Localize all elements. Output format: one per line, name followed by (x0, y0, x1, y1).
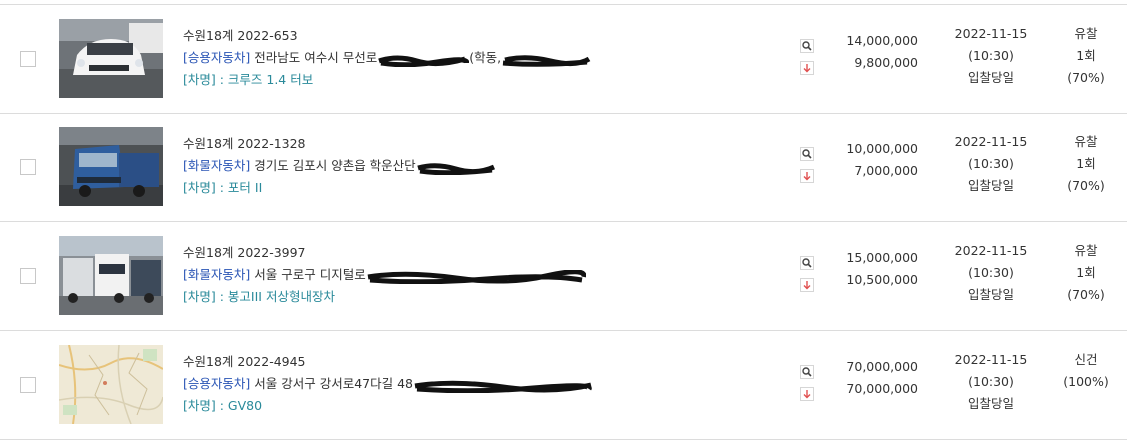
model-name: [차명] : 포터 II (183, 180, 263, 195)
status-block: 신건 (100%) (1060, 349, 1112, 393)
vehicle-thumbnail[interactable] (59, 127, 163, 206)
address-text: 전라남도 여수시 무선로 (254, 50, 378, 65)
sale-date-note: 입찰당일 (967, 287, 1014, 302)
model-name: [차명] : 봉고III 저상형내장차 (183, 289, 335, 304)
list-item: 수원18계 2022-3997 [화물자동차] 서울 구로구 디지털로 [차명]… (0, 222, 1127, 331)
sale-time: (10:30) (968, 374, 1014, 389)
vehicle-thumbnail[interactable] (59, 236, 163, 315)
sale-date-block: 2022-11-15 (10:30) 입찰당일 (950, 349, 1032, 415)
price-down-arrow-icon (800, 278, 814, 292)
price-block: 70,000,000 70,000,000 (826, 356, 918, 400)
sale-date: 2022-11-15 (954, 243, 1028, 258)
appraisal-price: 14,000,000 (846, 33, 918, 48)
item-info: 수원18계 2022-653 [승용자동차] 전라남도 여수시 무선로 (학동, … (183, 25, 591, 91)
item-info: 수원18계 2022-1328 [화물자동차] 경기도 김포시 양촌읍 학운산단… (183, 133, 496, 199)
minimum-price: 10,500,000 (846, 272, 918, 287)
appraisal-price: 70,000,000 (846, 359, 918, 374)
model-name: [차명] : GV80 (183, 398, 263, 413)
fail-count: 1회 (1076, 265, 1096, 280)
row-checkbox[interactable] (20, 268, 36, 284)
sale-date-block: 2022-11-15 (10:30) 입찰당일 (950, 23, 1032, 89)
price-down-arrow-icon (800, 387, 814, 401)
address-text: 서울 강서구 강서로47다길 48 (254, 376, 413, 391)
status-block: 유찰 1회 (70%) (1060, 23, 1112, 89)
status-text: 신건 (1074, 352, 1098, 367)
status-text: 유찰 (1074, 134, 1098, 149)
minimum-price: 70,000,000 (846, 381, 918, 396)
sale-date: 2022-11-15 (954, 134, 1028, 149)
sale-time: (10:30) (968, 48, 1014, 63)
redaction-scribble (501, 52, 591, 67)
sale-date: 2022-11-15 (954, 352, 1028, 367)
sale-date-note: 입찰당일 (967, 178, 1014, 193)
item-info: 수원18계 2022-3997 [화물자동차] 서울 구로구 디지털로 [차명]… (183, 242, 587, 308)
status-text: 유찰 (1074, 243, 1098, 258)
case-number[interactable]: 수원18계 2022-4945 (183, 354, 306, 369)
price-block: 14,000,000 9,800,000 (826, 30, 918, 74)
minimum-price: 7,000,000 (854, 163, 918, 178)
model-name: [차명] : 크루즈 1.4 터보 (183, 72, 314, 87)
category-label: [승용자동차] (183, 50, 251, 65)
category-label: [화물자동차] (183, 158, 251, 173)
category-label: [승용자동차] (183, 376, 251, 391)
case-number[interactable]: 수원18계 2022-3997 (183, 245, 306, 260)
sale-date-note: 입찰당일 (967, 70, 1014, 85)
sale-date: 2022-11-15 (954, 26, 1028, 41)
action-icons (800, 147, 816, 191)
search-icon[interactable] (800, 39, 814, 53)
price-rate: (100%) (1063, 374, 1109, 389)
auction-list: 수원18계 2022-653 [승용자동차] 전라남도 여수시 무선로 (학동, … (0, 0, 1127, 444)
address-text: 경기도 김포시 양촌읍 학운산단 (254, 158, 416, 173)
action-icons (800, 365, 816, 409)
appraisal-price: 15,000,000 (846, 250, 918, 265)
search-icon[interactable] (800, 147, 814, 161)
list-item: 수원18계 2022-1328 [화물자동차] 경기도 김포시 양촌읍 학운산단… (0, 113, 1127, 222)
list-item: 수원18계 2022-653 [승용자동차] 전라남도 여수시 무선로 (학동, … (0, 4, 1127, 114)
case-number[interactable]: 수원18계 2022-653 (183, 28, 298, 43)
redaction-scribble (413, 378, 593, 393)
case-number[interactable]: 수원18계 2022-1328 (183, 136, 306, 151)
fail-count: 1회 (1076, 48, 1096, 63)
sale-date-block: 2022-11-15 (10:30) 입찰당일 (950, 131, 1032, 197)
minimum-price: 9,800,000 (854, 55, 918, 70)
action-icons (800, 256, 816, 300)
row-checkbox[interactable] (20, 377, 36, 393)
action-icons (800, 39, 816, 83)
item-info: 수원18계 2022-4945 [승용자동차] 서울 강서구 강서로47다길 4… (183, 351, 593, 417)
search-icon[interactable] (800, 365, 814, 379)
price-down-arrow-icon (800, 61, 814, 75)
address-tail: (학동, (469, 50, 502, 65)
list-item: 수원18계 2022-4945 [승용자동차] 서울 강서구 강서로47다길 4… (0, 331, 1127, 440)
redaction-scribble (366, 268, 587, 284)
row-checkbox[interactable] (20, 159, 36, 175)
row-checkbox[interactable] (20, 51, 36, 67)
price-block: 15,000,000 10,500,000 (826, 247, 918, 291)
search-icon[interactable] (800, 256, 814, 270)
price-down-arrow-icon (800, 169, 814, 183)
redaction-scribble (416, 160, 496, 175)
price-rate: (70%) (1067, 287, 1105, 302)
sale-date-block: 2022-11-15 (10:30) 입찰당일 (950, 240, 1032, 306)
status-block: 유찰 1회 (70%) (1060, 240, 1112, 306)
fail-count: 1회 (1076, 156, 1096, 171)
appraisal-price: 10,000,000 (846, 141, 918, 156)
price-block: 10,000,000 7,000,000 (826, 138, 918, 182)
category-label: [화물자동차] (183, 267, 251, 282)
sale-time: (10:30) (968, 156, 1014, 171)
map-thumbnail[interactable] (59, 345, 163, 424)
price-rate: (70%) (1067, 178, 1105, 193)
address-text: 서울 구로구 디지털로 (254, 267, 366, 282)
redaction-scribble (377, 52, 470, 67)
status-block: 유찰 1회 (70%) (1060, 131, 1112, 197)
status-text: 유찰 (1074, 26, 1098, 41)
sale-date-note: 입찰당일 (967, 396, 1014, 411)
sale-time: (10:30) (968, 265, 1014, 280)
vehicle-thumbnail[interactable] (59, 19, 163, 98)
price-rate: (70%) (1067, 70, 1105, 85)
